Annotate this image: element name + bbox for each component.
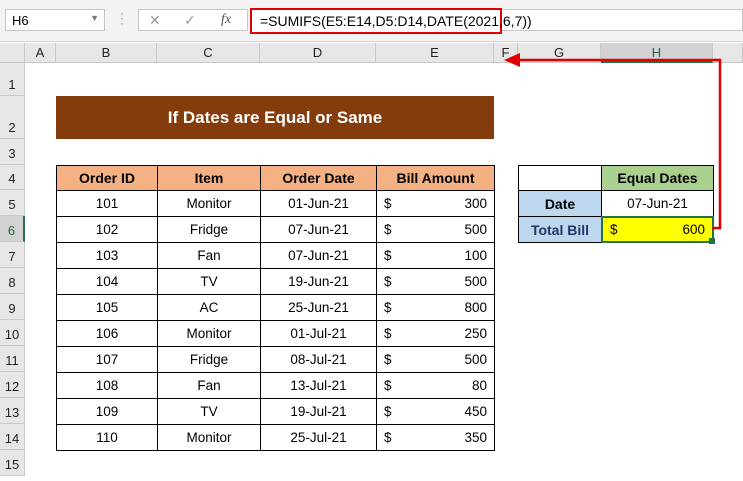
currency-symbol: $ <box>384 378 392 393</box>
row-header-2[interactable]: 2 <box>0 96 25 139</box>
table-cell[interactable]: 101 <box>56 190 158 217</box>
bill-amount-cell[interactable]: $350 <box>376 424 495 451</box>
table-cell[interactable]: 07-Jun-21 <box>260 242 377 269</box>
currency-symbol: $ <box>384 196 392 211</box>
table-cell[interactable]: Monitor <box>157 190 261 217</box>
column-header-cell[interactable]: Bill Amount <box>376 165 495 191</box>
amount-value: 450 <box>464 404 487 419</box>
table-cell[interactable]: AC <box>157 294 261 321</box>
amount-value: 800 <box>464 300 487 315</box>
column-header-E[interactable]: E <box>376 43 494 63</box>
insert-function-icon[interactable]: fx <box>221 12 231 28</box>
table-cell[interactable]: Fan <box>157 242 261 269</box>
table-cell[interactable]: 19-Jun-21 <box>260 268 377 295</box>
table-cell[interactable]: 108 <box>56 372 158 399</box>
currency-symbol: $ <box>384 326 392 341</box>
table-cell[interactable]: Fan <box>157 372 261 399</box>
amount-value: 80 <box>471 378 487 393</box>
cancel-icon[interactable]: ✕ <box>149 12 161 29</box>
table-cell[interactable]: TV <box>157 398 261 425</box>
table-cell[interactable]: Fridge <box>157 346 261 373</box>
currency-symbol: $ <box>384 430 392 445</box>
column-header-C[interactable]: C <box>157 43 260 63</box>
table-cell[interactable]: 110 <box>56 424 158 451</box>
column-header-cell[interactable]: Item <box>157 165 261 191</box>
row-header-6[interactable]: 6 <box>0 216 25 242</box>
table-cell[interactable]: 13-Jul-21 <box>260 372 377 399</box>
row-header-11[interactable]: 11 <box>0 346 25 372</box>
row-header-9[interactable]: 9 <box>0 294 25 320</box>
row-header-5[interactable]: 5 <box>0 190 25 216</box>
arrow-head-icon <box>504 53 520 67</box>
table-cell[interactable]: 103 <box>56 242 158 269</box>
table-cell[interactable]: TV <box>157 268 261 295</box>
table-cell[interactable]: 107 <box>56 346 158 373</box>
currency-symbol: $ <box>384 404 392 419</box>
bill-amount-cell[interactable]: $250 <box>376 320 495 347</box>
currency-symbol: $ <box>384 352 392 367</box>
table-cell[interactable]: 106 <box>56 320 158 347</box>
select-all-button[interactable] <box>0 43 25 63</box>
table-cell[interactable]: 01-Jul-21 <box>260 320 377 347</box>
table-cell[interactable]: Monitor <box>157 320 261 347</box>
table-cell[interactable]: 08-Jul-21 <box>260 346 377 373</box>
table-cell[interactable]: 105 <box>56 294 158 321</box>
table-cell[interactable]: 01-Jun-21 <box>260 190 377 217</box>
formula-input[interactable]: =SUMIFS(E5:E14,D5:D14,DATE(2021,6,7)) <box>250 8 532 34</box>
bill-amount-cell[interactable]: $100 <box>376 242 495 269</box>
bill-amount-cell[interactable]: $500 <box>376 268 495 295</box>
column-header-cell[interactable]: Order Date <box>260 165 377 191</box>
table-cell[interactable]: 19-Jul-21 <box>260 398 377 425</box>
table-cell[interactable]: 109 <box>56 398 158 425</box>
currency-symbol: $ <box>384 222 392 237</box>
currency-symbol: $ <box>384 274 392 289</box>
column-header-A[interactable]: A <box>25 43 56 63</box>
bill-amount-cell[interactable]: $80 <box>376 372 495 399</box>
amount-value: 250 <box>464 326 487 341</box>
row-header-4[interactable]: 4 <box>0 165 25 190</box>
table-cell[interactable]: 104 <box>56 268 158 295</box>
amount-value: 100 <box>464 248 487 263</box>
bill-amount-cell[interactable]: $300 <box>376 190 495 217</box>
row-header-8[interactable]: 8 <box>0 268 25 294</box>
amount-value: 350 <box>464 430 487 445</box>
row-header-1[interactable]: 1 <box>0 63 25 96</box>
currency-symbol: $ <box>384 248 392 263</box>
arrow-line <box>518 58 722 230</box>
name-box[interactable]: H6 ▼ <box>5 9 105 31</box>
row-header-10[interactable]: 10 <box>0 320 25 346</box>
enter-icon[interactable]: ✓ <box>184 12 196 29</box>
amount-value: 500 <box>464 352 487 367</box>
row-header-7[interactable]: 7 <box>0 242 25 268</box>
bill-amount-cell[interactable]: $500 <box>376 216 495 243</box>
table-cell[interactable]: 25-Jul-21 <box>260 424 377 451</box>
row-header-15[interactable]: 15 <box>0 450 25 476</box>
amount-value: 300 <box>464 196 487 211</box>
table-cell[interactable]: Monitor <box>157 424 261 451</box>
table-cell[interactable]: 25-Jun-21 <box>260 294 377 321</box>
bill-amount-cell[interactable]: $450 <box>376 398 495 425</box>
column-header-cell[interactable]: Order ID <box>56 165 158 191</box>
table-cell[interactable]: 102 <box>56 216 158 243</box>
row-header-14[interactable]: 14 <box>0 424 25 450</box>
amount-value: 500 <box>464 274 487 289</box>
chevron-down-icon[interactable]: ▼ <box>90 13 99 23</box>
row-header-12[interactable]: 12 <box>0 372 25 398</box>
amount-value: 500 <box>464 222 487 237</box>
sheet-title: If Dates are Equal or Same <box>56 96 494 139</box>
row-header-13[interactable]: 13 <box>0 398 25 424</box>
bill-amount-cell[interactable]: $500 <box>376 346 495 373</box>
row-header-3[interactable]: 3 <box>0 139 25 165</box>
column-header-B[interactable]: B <box>56 43 157 63</box>
arrow-annotation <box>504 53 722 230</box>
drag-handle-icon[interactable]: ⋮ <box>115 10 129 27</box>
column-header-D[interactable]: D <box>260 43 376 63</box>
bill-amount-cell[interactable]: $800 <box>376 294 495 321</box>
currency-symbol: $ <box>384 300 392 315</box>
formula-buttons: ✕ ✓ fx <box>138 9 248 31</box>
table-cell[interactable]: Fridge <box>157 216 261 243</box>
table-cell[interactable]: 07-Jun-21 <box>260 216 377 243</box>
